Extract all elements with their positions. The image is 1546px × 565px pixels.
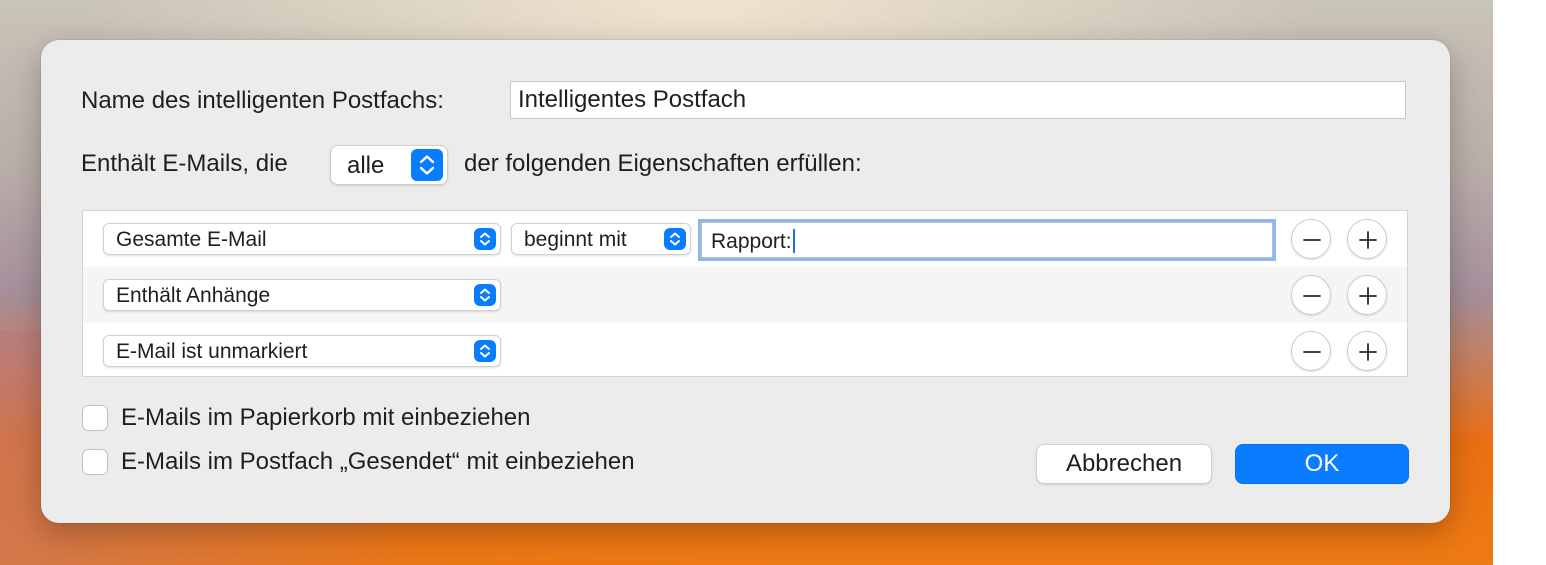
rule-row: Enthält Anhänge — [83, 267, 1407, 323]
mailbox-name-label: Name des intelligenten Postfachs: — [81, 87, 444, 114]
up-down-chevron-icon — [474, 228, 496, 250]
contains-prefix-label: Enthält E-Mails, die — [81, 150, 288, 177]
ok-button[interactable]: OK — [1235, 444, 1409, 484]
rule-field-value: E-Mail ist unmarkiert — [116, 340, 308, 363]
remove-rule-button[interactable] — [1291, 219, 1331, 259]
match-mode-value: alle — [347, 152, 385, 179]
up-down-chevron-icon — [411, 149, 443, 181]
contains-suffix-label: der folgenden Eigenschaften erfüllen: — [464, 150, 862, 177]
rule-field-popup[interactable]: E-Mail ist unmarkiert — [103, 335, 501, 367]
minus-icon — [1303, 351, 1321, 353]
rule-operator-popup[interactable]: beginnt mit — [511, 223, 691, 255]
rule-operator-value: beginnt mit — [524, 228, 627, 251]
rule-field-popup[interactable]: Gesamte E-Mail — [103, 223, 501, 255]
rule-field-value: Enthält Anhänge — [116, 284, 271, 307]
cancel-button[interactable]: Abbrechen — [1036, 444, 1212, 484]
text-caret — [792, 229, 795, 253]
include-trash-label: E-Mails im Papierkorb mit einbeziehen — [121, 404, 531, 431]
rules-list: Gesamte E-Mail beginnt mit Rapport: Enth… — [82, 210, 1408, 377]
rule-value-input[interactable]: Rapport: — [701, 222, 1273, 258]
minus-icon — [1303, 295, 1321, 297]
plus-icon — [1359, 343, 1377, 361]
plus-icon — [1359, 287, 1377, 305]
remove-rule-button[interactable] — [1291, 331, 1331, 371]
remove-rule-button[interactable] — [1291, 275, 1331, 315]
plus-icon — [1359, 231, 1377, 249]
add-rule-button[interactable] — [1347, 275, 1387, 315]
rule-value-text: Rapport: — [711, 230, 792, 253]
rule-field-value: Gesamte E-Mail — [116, 228, 267, 251]
mailbox-name-input[interactable]: Intelligentes Postfach — [510, 81, 1406, 119]
include-sent-label: E-Mails im Postfach „Gesendet“ mit einbe… — [121, 448, 635, 475]
up-down-chevron-icon — [474, 284, 496, 306]
up-down-chevron-icon — [664, 228, 686, 250]
include-trash-checkbox[interactable] — [82, 405, 108, 431]
rule-row: E-Mail ist unmarkiert — [83, 323, 1407, 376]
rule-field-popup[interactable]: Enthält Anhänge — [103, 279, 501, 311]
smart-mailbox-dialog: Name des intelligenten Postfachs: Intell… — [41, 40, 1450, 523]
up-down-chevron-icon — [474, 340, 496, 362]
add-rule-button[interactable] — [1347, 331, 1387, 371]
add-rule-button[interactable] — [1347, 219, 1387, 259]
match-mode-popup[interactable]: alle — [330, 145, 448, 185]
minus-icon — [1303, 239, 1321, 241]
include-sent-checkbox[interactable] — [82, 449, 108, 475]
rule-row: Gesamte E-Mail beginnt mit Rapport: — [83, 211, 1407, 267]
